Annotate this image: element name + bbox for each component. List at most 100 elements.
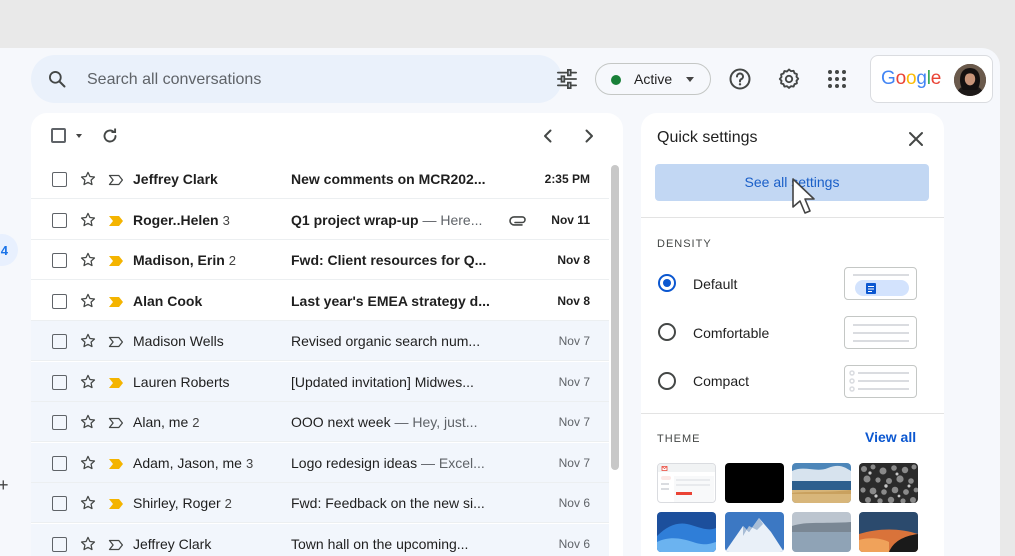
gear-icon[interactable] (776, 66, 802, 92)
search-bar[interactable]: Search all conversations (31, 55, 577, 103)
theme-pebbles-thumbnail[interactable] (859, 463, 918, 503)
row-checkbox[interactable] (52, 536, 67, 552)
row-checkbox[interactable] (52, 293, 67, 309)
density-comfortable-label[interactable]: Comfortable (693, 325, 769, 341)
mail-list-scrollbar[interactable] (611, 165, 619, 470)
important-marker-icon[interactable] (108, 214, 124, 226)
apps-grid-icon[interactable] (824, 66, 850, 92)
table-row[interactable]: Shirley, Roger 2 Fwd: Feedback on the new … (31, 483, 609, 523)
snippet-text: — Excel... (417, 454, 485, 471)
view-all-themes-link[interactable]: View all (865, 429, 916, 445)
density-default-label[interactable]: Default (693, 276, 737, 292)
row-checkbox[interactable] (52, 334, 67, 349)
subject-text: OOO next week (291, 414, 391, 430)
sender-name: Jeffrey Clark (133, 535, 212, 552)
row-subject: Logo redesign ideas — Excel... (291, 455, 491, 471)
important-marker-icon[interactable] (108, 538, 124, 550)
row-sender: Alan, me 2 (133, 414, 199, 430)
table-row[interactable]: Jeffrey Clark New comments on MCR202... 2:… (31, 159, 609, 199)
star-icon[interactable] (79, 454, 97, 472)
search-input[interactable]: Search all conversations (87, 71, 261, 89)
subject-text: Q1 project wrap-up (291, 211, 419, 228)
avatar[interactable] (954, 64, 986, 96)
refresh-icon[interactable] (101, 127, 119, 145)
table-row[interactable]: Alan, me 2 OOO next week — Hey, just... Nov… (31, 402, 609, 442)
search-options-icon[interactable] (556, 69, 578, 89)
density-compact-preview[interactable] (844, 365, 917, 398)
help-icon[interactable] (727, 66, 753, 92)
table-row[interactable]: Madison, Erin 2 Fwd: Client resources for … (31, 240, 609, 280)
subject-text: Last year's EMEA strategy d... (291, 292, 490, 309)
important-marker-icon[interactable] (108, 497, 124, 509)
row-checkbox[interactable] (52, 374, 67, 390)
star-icon[interactable] (79, 170, 97, 188)
density-comfortable-preview[interactable] (844, 316, 917, 349)
google-account-button[interactable]: Google (870, 55, 993, 103)
table-row[interactable]: Roger..Helen 3 Q1 project wrap-up — Here..… (31, 200, 609, 240)
status-label: Active (634, 71, 673, 87)
important-marker-icon[interactable] (108, 295, 124, 307)
table-row[interactable]: Alan Cook Last year's EMEA strategy d... N… (31, 281, 609, 321)
status-dropdown[interactable]: Active (595, 63, 711, 95)
row-checkbox[interactable] (52, 212, 67, 228)
density-default-radio[interactable] (658, 274, 676, 292)
star-icon[interactable] (79, 373, 97, 391)
select-all-checkbox[interactable] (51, 128, 66, 143)
subject-text: Logo redesign ideas (291, 454, 418, 471)
quick-settings-title: Quick settings (657, 129, 758, 146)
theme-wave-thumbnail[interactable] (657, 512, 716, 552)
star-icon[interactable] (79, 535, 97, 553)
density-default-preview[interactable] (844, 267, 917, 300)
important-marker-icon[interactable] (108, 254, 124, 266)
row-subject: Fwd: Client resources for Q... (291, 252, 491, 268)
chevron-right-icon[interactable] (583, 129, 595, 143)
theme-beach-thumbnail[interactable] (792, 463, 851, 503)
select-dropdown-icon[interactable] (76, 134, 82, 138)
row-checkbox[interactable] (52, 496, 67, 511)
mouse-pointer-icon (792, 178, 815, 214)
important-marker-icon[interactable] (108, 335, 124, 348)
star-icon[interactable] (79, 332, 97, 350)
row-checkbox[interactable] (52, 172, 67, 187)
row-date: Nov 7 (558, 334, 590, 348)
important-marker-icon[interactable] (108, 457, 124, 469)
table-row[interactable]: Adam, Jason, me 3 Logo redesign ideas — Ex… (31, 442, 609, 483)
theme-dark-thumbnail[interactable] (725, 463, 784, 503)
important-marker-icon[interactable] (108, 416, 124, 429)
row-date: Nov 8 (557, 253, 590, 267)
divider (641, 413, 944, 414)
important-marker-icon[interactable] (108, 173, 124, 186)
status-dot-icon (611, 75, 621, 85)
table-row[interactable]: Madison Wells Revised organic search num.… (31, 321, 609, 361)
theme-mountain-thumbnail[interactable] (725, 512, 784, 552)
theme-section-label: THEME (657, 433, 701, 445)
sender-name: Madison Wells (133, 333, 224, 349)
sender-name: Shirley, Roger (133, 495, 221, 511)
attachment-icon[interactable] (509, 213, 527, 227)
inbox-count-badge[interactable]: 4 (0, 234, 18, 266)
row-checkbox[interactable] (52, 415, 67, 430)
theme-lake-thumbnail[interactable] (792, 512, 851, 552)
theme-default-thumbnail[interactable] (657, 463, 716, 503)
table-row[interactable]: Jeffrey Clark Town hall on the upcoming..… (31, 523, 609, 556)
compose-plus-icon[interactable]: + (0, 475, 9, 496)
search-icon[interactable] (47, 69, 67, 89)
theme-sunset-thumbnail[interactable] (859, 512, 918, 552)
density-comfortable-radio[interactable] (658, 323, 676, 341)
table-row[interactable]: Lauren Roberts [Updated invitation] Midwe… (31, 361, 609, 402)
star-icon[interactable] (79, 413, 97, 431)
row-sender: Madison, Erin 2 (133, 252, 236, 268)
star-icon[interactable] (79, 211, 97, 229)
row-checkbox[interactable] (52, 253, 67, 268)
close-icon[interactable] (907, 130, 925, 148)
row-checkbox[interactable] (52, 455, 67, 471)
density-compact-radio[interactable] (658, 372, 676, 390)
star-icon[interactable] (79, 494, 97, 512)
star-icon[interactable] (79, 292, 97, 310)
star-icon[interactable] (79, 251, 97, 269)
chevron-left-icon[interactable] (542, 129, 554, 143)
row-sender: Jeffrey Clark (133, 536, 211, 552)
density-compact-label[interactable]: Compact (693, 373, 749, 389)
important-marker-icon[interactable] (108, 376, 124, 388)
row-date: Nov 6 (558, 496, 590, 510)
